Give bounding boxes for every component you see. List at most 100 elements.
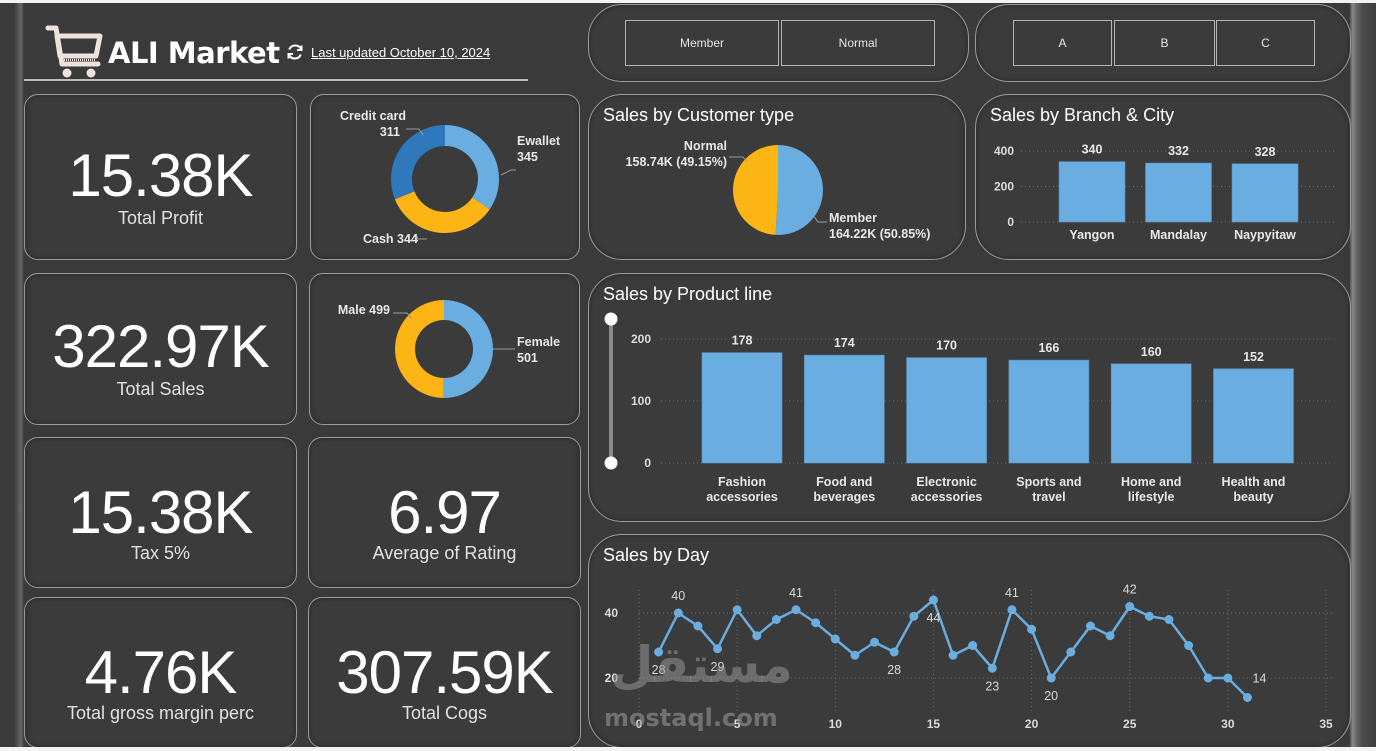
- data-label: 23: [985, 679, 999, 693]
- data-label: 41: [1005, 586, 1019, 600]
- x-category-label: accessories: [911, 490, 983, 504]
- bar: [804, 354, 885, 464]
- slice-value-credit-card: 311: [380, 125, 400, 139]
- app-title: ALI Market: [108, 36, 280, 70]
- data-label: 14: [1253, 672, 1267, 686]
- data-label: 20: [1044, 689, 1058, 703]
- x-category-label: beverages: [813, 490, 875, 504]
- y-tick-label: 200: [631, 332, 651, 346]
- left-edge: [0, 3, 24, 751]
- data-point: [850, 650, 860, 660]
- slicer-option-normal[interactable]: Normal: [781, 20, 935, 66]
- x-category-label: Health and: [1222, 475, 1286, 489]
- data-point: [1066, 647, 1076, 657]
- x-category-label: Food and: [816, 475, 872, 489]
- pie-slice-female: [443, 300, 494, 398]
- pie-slice-male: [395, 300, 444, 398]
- branch-slicer: A B C: [975, 4, 1351, 82]
- slice-label-cash: Cash 344: [363, 232, 418, 246]
- x-category-label: Mandalay: [1150, 228, 1207, 242]
- x-category-label: Naypyitaw: [1234, 228, 1296, 242]
- slice-value-female: 501: [517, 351, 538, 365]
- slice-value-ewallet: 345: [517, 150, 538, 164]
- data-point: [732, 605, 742, 615]
- data-point: [1223, 673, 1233, 683]
- kpi-card-total-profit: 15.38K Total Profit: [24, 94, 297, 260]
- sales-by-branch-city-card: Sales by Branch & City 0 200 400 340 Yangon 3…: [975, 94, 1351, 260]
- x-category-label: Electronic: [916, 475, 976, 489]
- sales-by-customer-type-card: Sales by Customer type Member 164.22K (50…: [588, 94, 966, 260]
- kpi-label: Total Profit: [117, 208, 204, 228]
- last-updated-link[interactable]: Last updated October 10, 2024: [311, 45, 490, 60]
- series-line: [657, 598, 1249, 699]
- y-tick-label: 400: [994, 144, 1014, 158]
- x-tick-label: 0: [636, 717, 643, 731]
- slice-label-member: Member: [829, 211, 877, 225]
- y-tick-label: 20: [605, 671, 619, 685]
- slicer-option-c[interactable]: C: [1216, 20, 1315, 66]
- customer-type-slicer: Member Normal: [588, 4, 969, 82]
- x-tick-label: 35: [1319, 717, 1333, 731]
- bar: [1110, 363, 1192, 464]
- slicer-option-a[interactable]: A: [1013, 20, 1112, 66]
- slice-value-member: 164.22K (50.85%): [829, 227, 930, 241]
- kpi-label: Total gross margin perc: [66, 703, 255, 723]
- data-point: [1144, 611, 1154, 621]
- data-point: [928, 595, 938, 605]
- data-point: [830, 634, 840, 644]
- kpi-value: 322.97K: [52, 313, 270, 380]
- gender-donut-chart: Female 501 Male 499: [338, 300, 560, 398]
- x-category-label: Sports and: [1016, 475, 1081, 489]
- pie-slice-normal: [733, 145, 778, 235]
- data-point: [791, 605, 801, 615]
- bar: [1145, 162, 1212, 223]
- x-tick-label: 5: [734, 717, 741, 731]
- kpi-card-total-sales: 322.97K Total Sales: [24, 273, 297, 425]
- bar: [1058, 161, 1126, 223]
- customer-type-pie-chart: Member 164.22K (50.85%) Normal 158.74K (49.…: [626, 139, 931, 241]
- data-label: 42: [1123, 583, 1137, 597]
- range-slider-handle-bottom[interactable]: [604, 456, 618, 470]
- data-point: [909, 611, 919, 621]
- refresh-icon[interactable]: [286, 43, 304, 61]
- slicer-option-b[interactable]: B: [1114, 20, 1215, 66]
- kpi-card-total-cogs: 307.59K Total Cogs: [308, 597, 581, 748]
- y-tick-label: 0: [1007, 215, 1014, 229]
- gender-donut-card: Female 501 Male 499: [309, 273, 580, 425]
- kpi-card-gross-margin: 4.76K Total gross margin perc: [24, 597, 297, 748]
- data-point: [673, 608, 683, 618]
- range-slider-handle-top[interactable]: [604, 312, 618, 326]
- bar: [1213, 368, 1294, 464]
- leader-line: [500, 169, 516, 176]
- slice-label-male: Male 499: [338, 303, 390, 317]
- slicer-option-member[interactable]: Member: [625, 20, 779, 66]
- data-label: 170: [936, 339, 957, 353]
- sales-by-day-line-chart: 20 40 0 5 10 15 20 25 30 35 28 40 29 41 28 44 23 41 20 42 14: [605, 583, 1334, 731]
- data-label: 332: [1168, 144, 1189, 158]
- sales-by-product-line-card: Sales by Product line 0 100 200 178 Fashion a…: [588, 273, 1351, 522]
- x-category-label: Yangon: [1069, 228, 1114, 242]
- bar: [906, 357, 987, 464]
- data-point: [889, 647, 899, 657]
- data-point: [1184, 641, 1194, 650]
- x-category-label: travel: [1032, 490, 1065, 504]
- data-label: 40: [671, 589, 685, 603]
- product-line-bar-chart: 0100200 178Fashionaccessories174Food andb…: [604, 312, 1332, 504]
- y-tick-label: 200: [994, 180, 1014, 194]
- x-category-label: Fashion: [718, 475, 766, 489]
- data-label: 160: [1141, 345, 1162, 359]
- x-tick-label: 15: [927, 717, 941, 731]
- data-label: 178: [732, 334, 753, 348]
- data-point: [654, 647, 664, 657]
- data-label: 152: [1243, 350, 1264, 364]
- kpi-value: 6.97: [388, 479, 502, 546]
- slice-label-credit-card: Credit card: [340, 109, 406, 123]
- bar: [1231, 163, 1299, 223]
- data-point: [870, 637, 880, 647]
- slice-label-female: Female: [517, 335, 560, 349]
- slice-label-ewallet: Ewallet: [517, 134, 561, 148]
- kpi-card-tax: 15.38K Tax 5%: [24, 437, 297, 588]
- kpi-label: Total Cogs: [401, 703, 488, 723]
- x-category-label: Home and: [1121, 475, 1181, 489]
- y-tick-label: 0: [644, 456, 651, 470]
